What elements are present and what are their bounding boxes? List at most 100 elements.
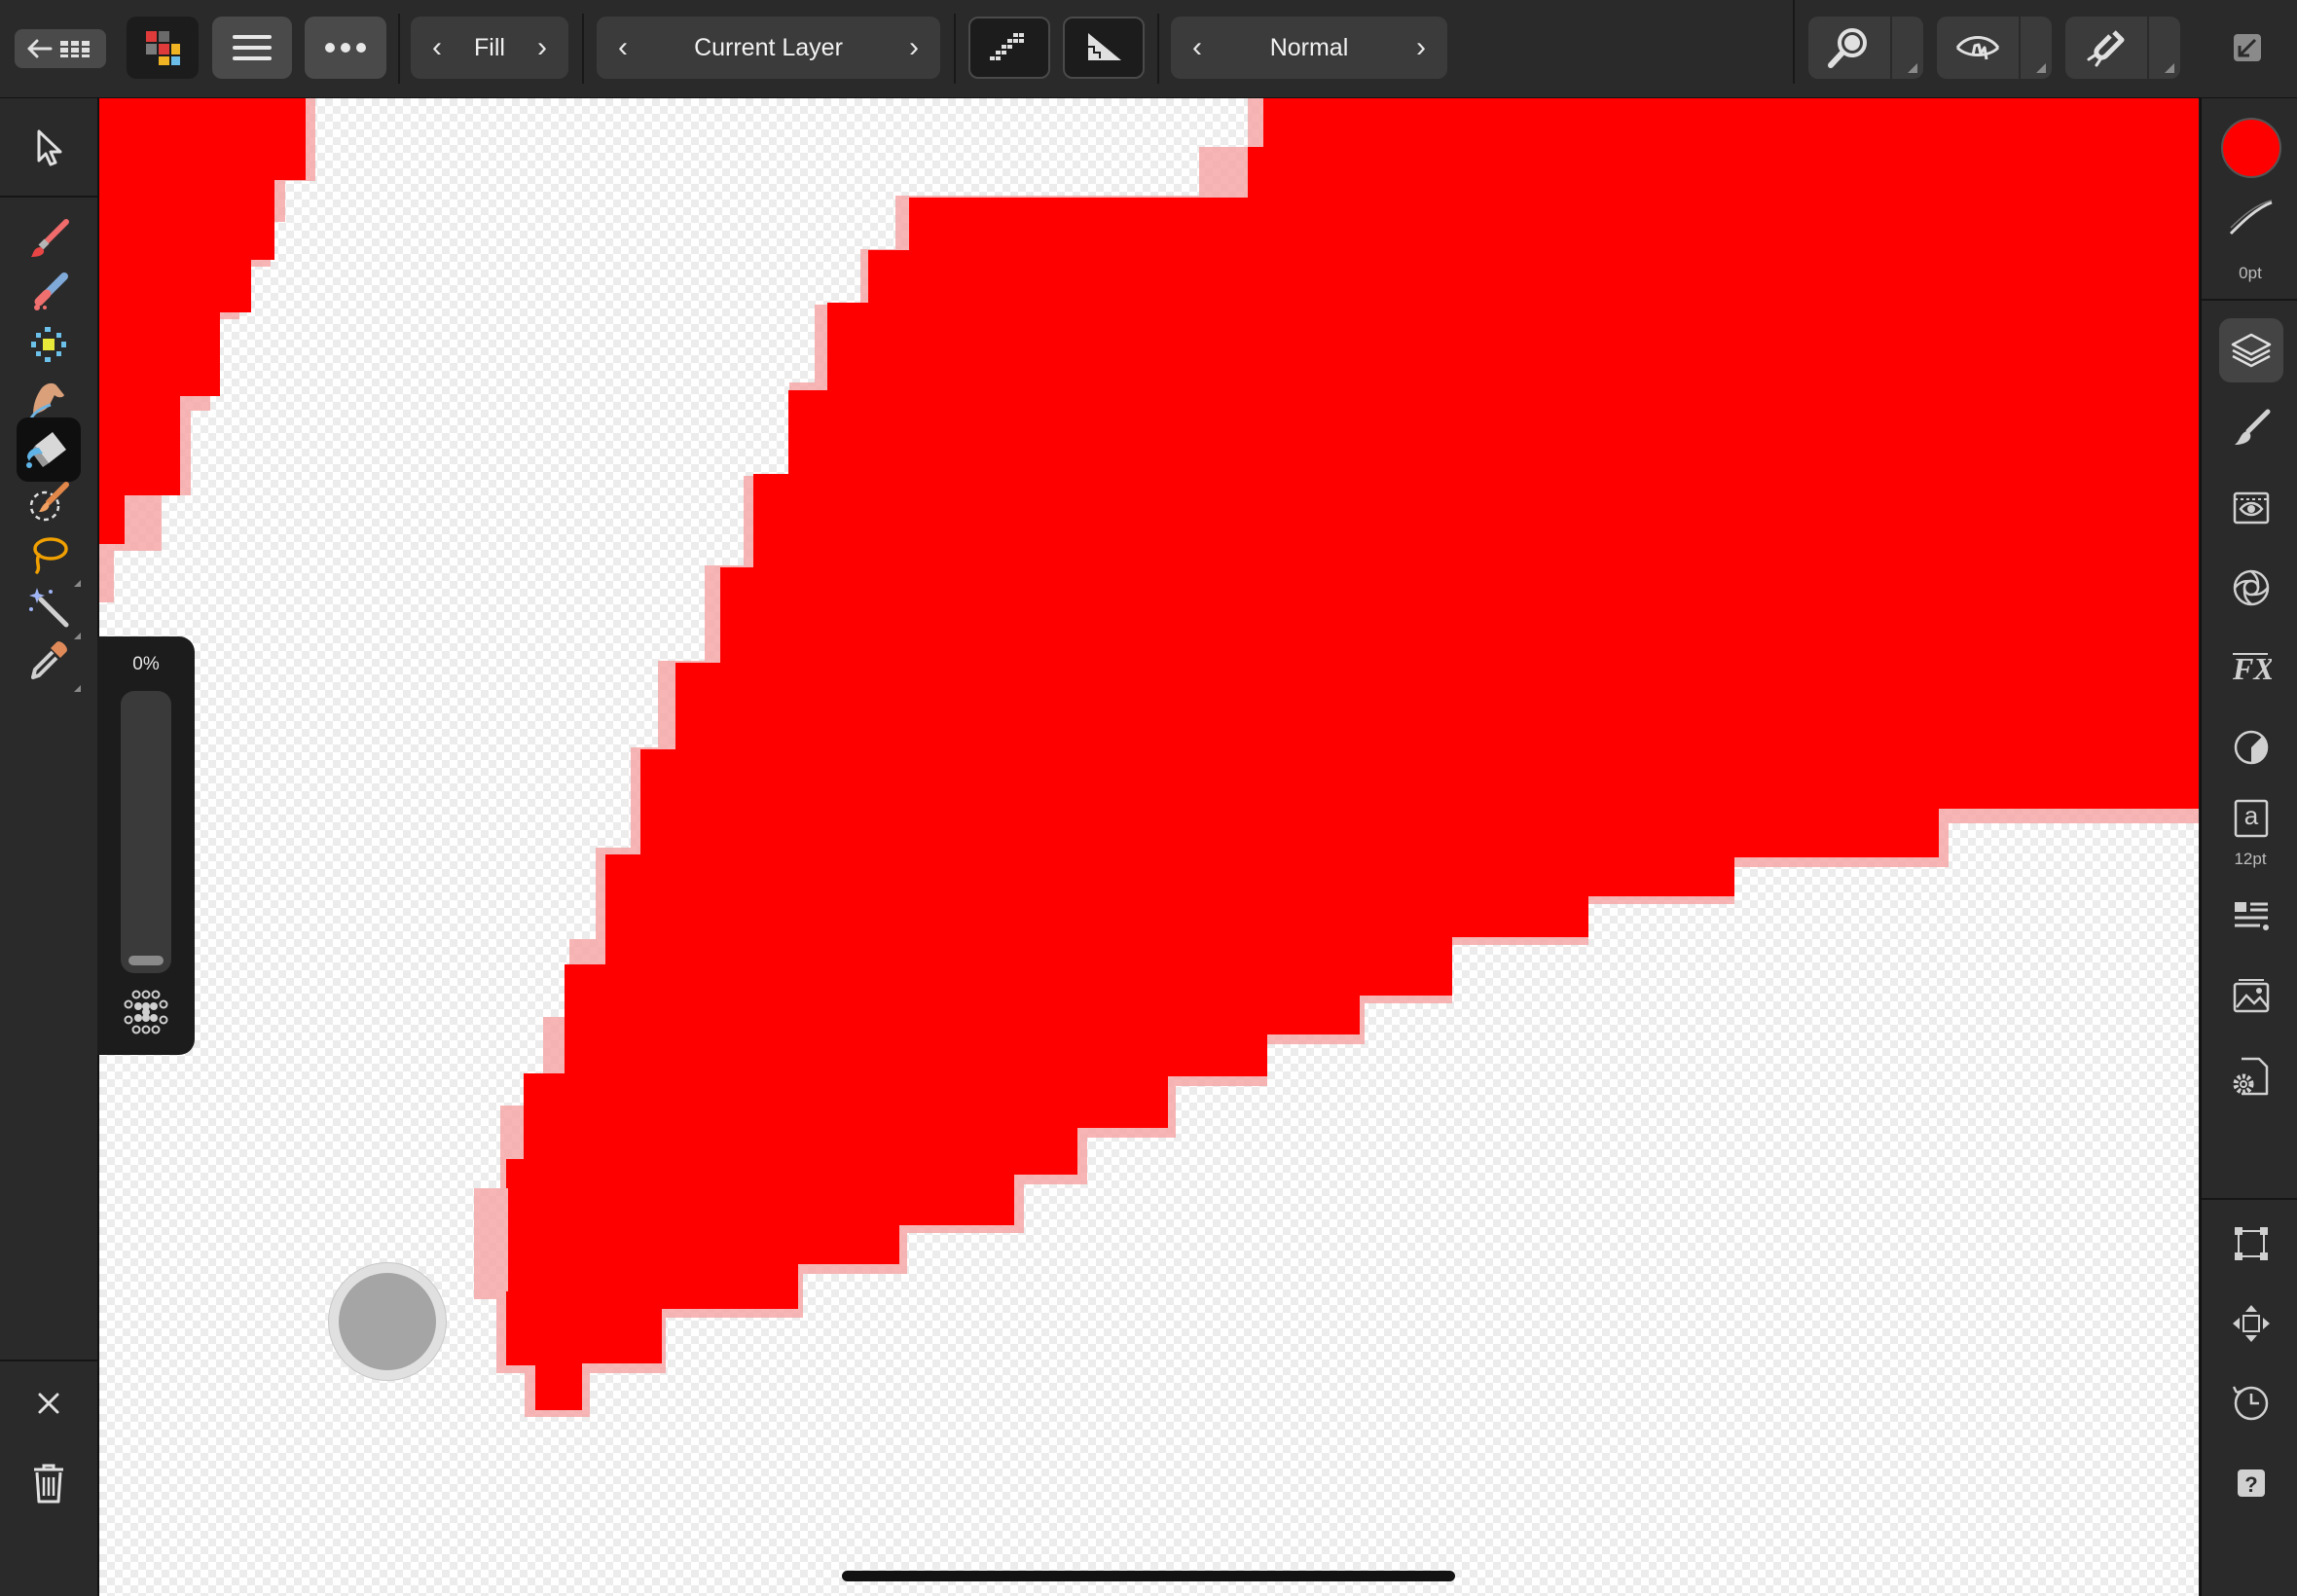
help-icon: ? [2238,1469,2265,1497]
more-options-button[interactable] [305,17,386,79]
split-divider [2019,17,2021,79]
primary-color-swatch[interactable] [2219,116,2283,180]
studio-divider [2202,299,2297,301]
color-picker-tool[interactable] [17,628,81,692]
dotted-circle-icon [124,990,168,1034]
quick-menu-button-core [339,1273,436,1370]
channels-eye-icon [2233,491,2270,525]
tool-divider [0,196,97,198]
zoom-tool-button[interactable] [1808,17,1923,79]
layers-icon [2231,333,2272,368]
text-styles-studio-button[interactable]: a [2219,791,2283,846]
trash-icon [34,1464,63,1504]
toolbar-separator [954,14,956,84]
collapse-ui-button[interactable] [2217,17,2278,79]
zoom-magnifier-icon [1828,28,1867,68]
opacity-value: 0% [132,654,160,674]
toolbar-separator [398,14,400,84]
document-gear-icon [2233,1057,2269,1096]
persona-button[interactable] [127,17,199,79]
fill-mode-next-button[interactable]: › [518,17,566,79]
brush-icon [2235,409,2271,445]
text-size-label: 12pt [2234,850,2267,868]
toolbar-separator [1793,0,1795,84]
character-studio-button[interactable] [2219,885,2283,949]
blend-mode-next-button[interactable]: › [1397,17,1445,79]
move-tool[interactable] [17,116,81,180]
stroke-width-button[interactable] [2219,194,2283,242]
fx-studio-button[interactable]: FX [2219,635,2283,700]
transform-studio-button[interactable] [2219,1212,2283,1276]
brush-settings-button[interactable] [123,989,169,1040]
smudge-finger-icon [29,382,64,418]
cancel-button[interactable] [17,1371,81,1435]
snapping-button[interactable] [2065,17,2180,79]
blend-mode-stepper: ‹ Normal › [1171,17,1447,79]
source-previous-button[interactable]: ‹ [599,17,647,79]
stroke-width-label: 0pt [2239,264,2262,282]
stroke-curve-icon [2229,200,2273,236]
brushes-studio-button[interactable] [2219,396,2283,460]
view-mode-button[interactable] [1937,17,2052,79]
pointer-arrow-icon [37,129,62,166]
fill-mode-stepper: ‹ Fill › [411,17,568,79]
tool-divider [0,1360,97,1361]
chevron-right-icon: › [909,31,919,63]
right-studio-panel: 0pt FX a 12pt ? [2200,98,2297,1596]
quick-menu-button[interactable] [329,1263,446,1380]
ellipsis-icon [325,43,366,53]
adjustments-studio-button[interactable] [2219,556,2283,620]
source-label[interactable]: Current Layer [645,17,892,79]
eyedropper-icon [31,641,67,679]
home-indicator[interactable] [842,1571,1455,1581]
tolerance-ramp-icon [1088,33,1121,60]
source-next-button[interactable]: › [890,17,938,79]
chevron-left-icon: ‹ [1192,31,1202,63]
selection-brush-icon [29,482,69,522]
document-settings-button[interactable] [2219,1044,2283,1108]
tool-options-corner [74,685,81,692]
chevron-right-icon: › [1416,31,1426,63]
lasso-icon [33,537,68,574]
paint-brush-icon [31,219,69,257]
opacity-slider-handle[interactable] [128,956,164,965]
chevron-right-icon: › [537,31,547,63]
navigator-studio-button[interactable] [2219,1291,2283,1356]
paragraph-list-icon [2235,902,2269,930]
source-stepper: ‹ Current Layer › [597,17,940,79]
stock-studio-button[interactable] [2219,964,2283,1029]
dropdown-corner [1908,63,1917,73]
opacity-slider[interactable] [121,691,171,973]
fill-mode-label[interactable]: Fill [459,17,520,79]
chevron-left-icon: ‹ [432,31,442,63]
close-icon [38,1393,59,1414]
gallery-back-button[interactable] [15,29,106,68]
delete-button[interactable] [17,1451,81,1515]
brush-opacity-panel: 0% [97,636,195,1055]
tolerance-toggle[interactable] [1063,17,1145,79]
layers-studio-button[interactable] [2219,318,2283,382]
left-tools-panel [0,98,99,1596]
channels-studio-button[interactable] [2219,476,2283,540]
color-wheel-icon [2234,730,2269,765]
svg-text:?: ? [2244,1472,2257,1497]
chevron-left-icon: ‹ [618,31,628,63]
main-menu-button[interactable] [212,17,292,79]
blend-mode-label[interactable]: Normal [1220,17,1399,79]
dropdown-corner [2165,63,2174,73]
color-studio-button[interactable] [2219,715,2283,780]
move-arrows-icon [2233,1305,2270,1342]
antialias-toggle[interactable] [968,17,1050,79]
blend-mode-previous-button[interactable]: ‹ [1173,17,1221,79]
hamburger-icon [233,35,272,60]
history-studio-button[interactable] [2219,1371,2283,1435]
transform-icon [2235,1227,2268,1260]
magnet-icon [2087,30,2125,67]
pixel-brush-icon [31,327,66,362]
help-button[interactable]: ? [2219,1451,2283,1515]
fill-mode-previous-button[interactable]: ‹ [413,17,461,79]
pixel-persona-icon [146,31,180,65]
split-divider [1890,17,1892,79]
filled-region-top-left [99,98,306,544]
eraser-brush-icon [34,272,68,310]
